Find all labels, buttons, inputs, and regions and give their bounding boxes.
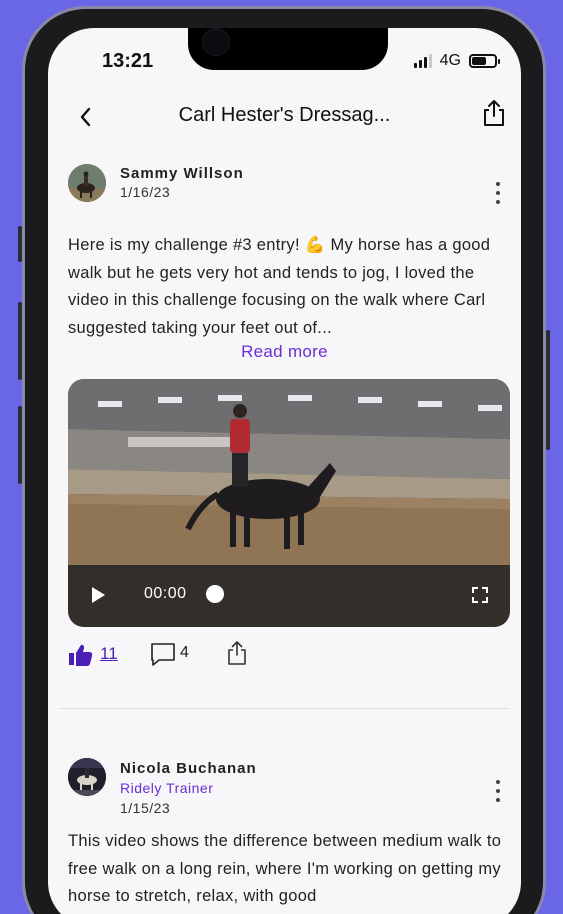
post-actions: 11 4 xyxy=(68,640,288,670)
post-date: 1/15/23 xyxy=(120,800,171,816)
video-time: 00:00 xyxy=(144,585,187,602)
post-card: Nicola Buchanan Ridely Trainer 1/15/23 T… xyxy=(48,754,521,914)
thumbs-up-icon[interactable] xyxy=(68,642,94,668)
fullscreen-icon[interactable] xyxy=(472,587,488,603)
comment-count[interactable]: 4 xyxy=(180,644,189,662)
author-name[interactable]: Sammy Willson xyxy=(120,165,244,182)
avatar[interactable] xyxy=(68,758,106,796)
phone-side-button xyxy=(18,302,22,380)
avatar-image xyxy=(68,758,106,796)
read-more-link[interactable]: Read more xyxy=(48,342,521,362)
phone-side-button xyxy=(18,226,22,262)
comment-icon[interactable] xyxy=(150,642,176,666)
front-camera xyxy=(202,28,230,56)
phone-side-button xyxy=(18,406,22,484)
post-text: Here is my challenge #3 entry! 💪 My hors… xyxy=(68,236,491,337)
avatar-image xyxy=(68,164,106,202)
like-count[interactable]: 11 xyxy=(100,644,118,664)
app-screen: 13:21 4G Carl Hester's Dressag... Sammy … xyxy=(48,28,521,914)
video-controls: 00:00 xyxy=(68,565,510,627)
status-indicators: 4G xyxy=(413,52,500,70)
post-card: Sammy Willson 1/16/23 Here is my challen… xyxy=(48,152,521,712)
post-date: 1/16/23 xyxy=(120,184,171,200)
video-player[interactable]: 00:00 xyxy=(68,379,510,627)
share-icon xyxy=(484,100,504,126)
post-divider xyxy=(60,708,509,709)
page-title: Carl Hester's Dressag... xyxy=(178,104,391,126)
navigation-bar: Carl Hester's Dressag... xyxy=(48,92,521,144)
notch xyxy=(188,28,388,70)
author-role: Ridely Trainer xyxy=(120,780,214,796)
share-button[interactable] xyxy=(481,98,507,128)
network-label: 4G xyxy=(439,52,461,69)
scrubber-handle[interactable] xyxy=(206,585,224,603)
status-time: 13:21 xyxy=(102,50,154,72)
post-text: This video shows the difference between … xyxy=(68,832,502,905)
phone-side-button xyxy=(546,330,550,450)
share-icon[interactable] xyxy=(226,640,248,666)
more-options-icon[interactable] xyxy=(495,182,501,204)
more-options-icon[interactable] xyxy=(495,780,501,802)
author-name[interactable]: Nicola Buchanan xyxy=(120,760,257,777)
signal-icon xyxy=(413,54,432,68)
avatar[interactable] xyxy=(68,164,106,202)
play-icon[interactable] xyxy=(92,587,105,603)
battery-icon xyxy=(469,54,500,68)
